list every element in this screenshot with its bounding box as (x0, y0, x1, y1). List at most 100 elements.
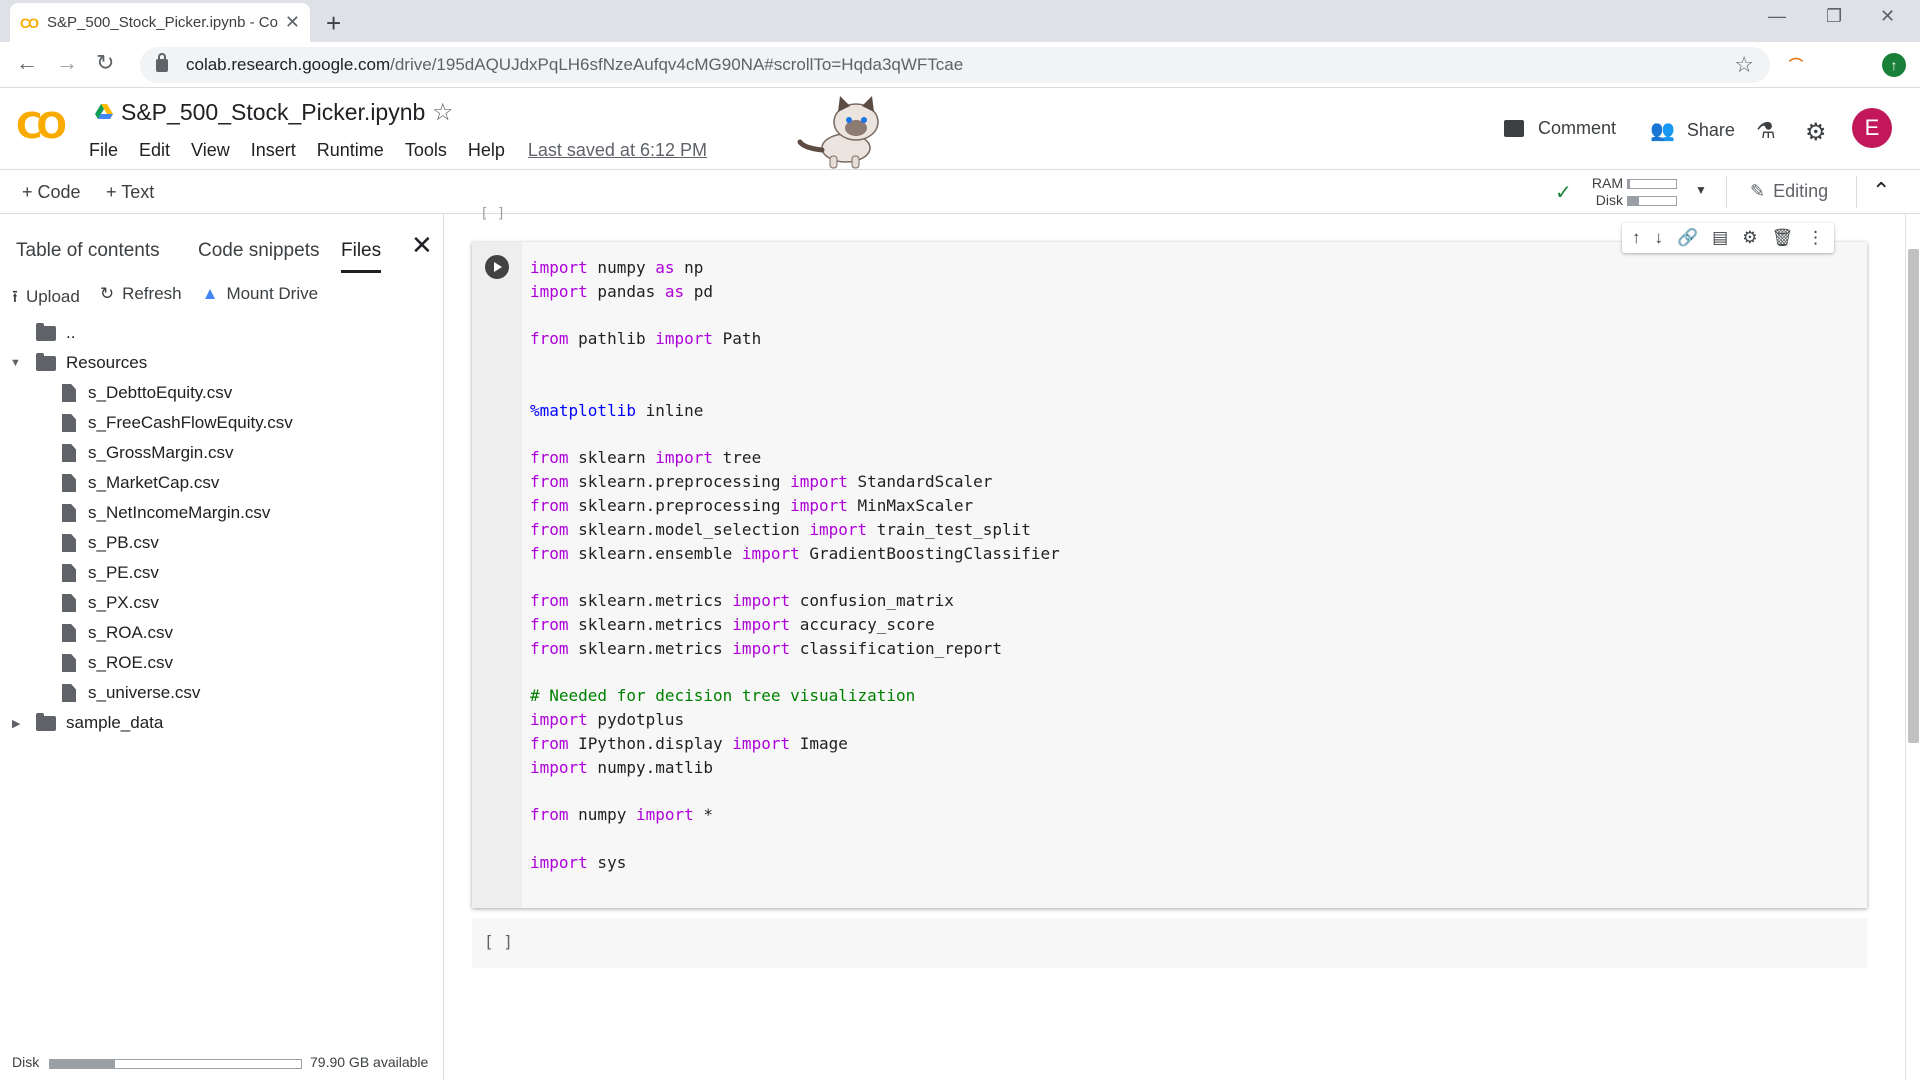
menu-file[interactable]: File (89, 140, 118, 161)
code-editor[interactable]: import numpy as np import pandas as pd fr… (530, 256, 1060, 875)
menu-help[interactable]: Help (468, 140, 505, 161)
cell-settings-icon[interactable]: ⚙ (1742, 228, 1757, 248)
file-item[interactable]: s_MarketCap.csv (0, 468, 444, 498)
account-avatar[interactable]: E (1852, 108, 1892, 148)
menu-bar: File Edit View Insert Runtime Tools Help… (89, 140, 728, 161)
comment-button[interactable]: Comment (1504, 118, 1616, 139)
file-item[interactable]: s_ROE.csv (0, 648, 444, 678)
file-icon (62, 594, 76, 612)
profile-avatar[interactable]: E (1840, 53, 1864, 77)
parent-folder[interactable]: .. (0, 318, 444, 348)
reload-icon[interactable]: ↻ (96, 50, 114, 76)
share-button[interactable]: 👥 Share (1650, 118, 1735, 143)
url-path: /drive/195dAQUJdxPqLH6sfNzeAufqv4cMG90NA… (390, 55, 964, 74)
drive-icon: ▲ (201, 284, 219, 303)
parent-label: .. (66, 323, 76, 342)
tab-close-icon[interactable]: ✕ (285, 12, 300, 33)
window-close-icon[interactable]: ✕ (1880, 6, 1895, 27)
more-options-icon[interactable]: ⋮ (1807, 228, 1824, 248)
tab-table-of-contents[interactable]: Table of contents (16, 240, 160, 262)
code-line: import pydotplus (530, 708, 1060, 732)
extension-icon[interactable]: ⌒ (1784, 53, 1808, 77)
file-item[interactable]: s_PX.csv (0, 588, 444, 618)
toolbar-divider (1856, 176, 1857, 208)
runtime-resources[interactable]: ✓ RAM Disk ▼ (1555, 174, 1715, 210)
editing-mode-button[interactable]: ✎ Editing (1750, 181, 1828, 202)
code-token: Path (713, 329, 762, 349)
disk-label: Disk (12, 1054, 40, 1070)
folder-sample-data[interactable]: ▶ sample_data (0, 708, 444, 738)
url-host: colab.research.google.com (186, 55, 391, 74)
run-cell-icon[interactable] (485, 255, 509, 279)
scrollbar-thumb[interactable] (1908, 249, 1919, 743)
add-code-button[interactable]: + Code (22, 182, 81, 203)
expanded-caret-icon[interactable]: ▼ (10, 357, 21, 369)
close-panel-icon[interactable]: ✕ (411, 230, 433, 261)
menu-runtime[interactable]: Runtime (317, 140, 384, 161)
disk-usage-bar (49, 1059, 302, 1069)
forward-icon[interactable]: → (56, 50, 78, 76)
minimize-icon[interactable]: — (1768, 6, 1786, 27)
restore-icon[interactable]: ❐ (1826, 6, 1842, 27)
back-icon[interactable]: ← (16, 50, 38, 76)
file-item[interactable]: s_ROA.csv (0, 618, 444, 648)
new-tab-button[interactable]: + (326, 8, 341, 39)
file-icon (62, 564, 76, 582)
menu-edit[interactable]: Edit (139, 140, 170, 161)
move-down-icon[interactable]: ↓ (1655, 228, 1664, 248)
menu-insert[interactable]: Insert (251, 140, 296, 161)
file-item[interactable]: s_DebttoEquity.csv (0, 378, 444, 408)
browser-tab[interactable]: CO S&P_500_Stock_Picker.ipynb - Co ✕ (10, 3, 310, 42)
tab-files[interactable]: Files (341, 240, 382, 273)
file-item[interactable]: s_PB.csv (0, 528, 444, 558)
lock-icon (156, 52, 168, 72)
add-text-button[interactable]: + Text (106, 182, 154, 203)
mount-drive-button[interactable]: ▲ Mount Drive (202, 284, 318, 313)
delete-cell-icon[interactable]: 🗑 (1771, 228, 1793, 248)
folder-resources[interactable]: ▼ Resources (0, 348, 444, 378)
code-token: sklearn.ensemble (568, 543, 742, 563)
flask-icon[interactable]: ⚗ (1756, 118, 1776, 144)
tab-code-snippets[interactable]: Code snippets (198, 240, 319, 262)
resources-dropdown-icon[interactable]: ▼ (1695, 183, 1707, 197)
collapse-header-icon[interactable]: ⌃ (1872, 178, 1890, 204)
notebook-toolbar: + Code + Text ✓ RAM Disk ▼ ✎ Editing ⌃ (0, 170, 1920, 214)
link-icon[interactable]: 🔗 (1677, 228, 1698, 248)
code-token: pandas (587, 281, 665, 301)
code-token: pd (684, 281, 714, 301)
collapsed-caret-icon[interactable]: ▶ (12, 717, 20, 730)
empty-code-cell[interactable]: [ ] (472, 918, 1867, 968)
menu-tools[interactable]: Tools (405, 140, 447, 161)
code-cell[interactable]: import numpy as np import pandas as pd fr… (472, 242, 1867, 908)
settings-gear-icon[interactable]: ⚙ (1805, 118, 1827, 147)
code-token: from (530, 543, 569, 563)
code-token: sklearn.metrics (568, 591, 733, 611)
file-item[interactable]: s_PE.csv (0, 558, 444, 588)
colab-logo[interactable]: CO (16, 106, 67, 147)
code-token: inline (635, 400, 704, 420)
code-token: numpy (568, 805, 636, 825)
file-item[interactable]: s_universe.csv (0, 678, 444, 708)
update-icon[interactable]: ↑ (1882, 53, 1906, 77)
comment-cell-icon[interactable]: ▤ (1712, 228, 1728, 248)
bookmark-star-icon[interactable]: ☆ (1734, 52, 1754, 78)
move-up-icon[interactable]: ↑ (1632, 228, 1641, 248)
code-line: from sklearn.metrics import confusion_ma… (530, 589, 1060, 613)
kitty-mascot-icon (797, 96, 879, 169)
code-line: import sys (530, 851, 1060, 875)
upload-button[interactable]: ⭱ Upload (12, 284, 80, 313)
menu-view[interactable]: View (191, 140, 230, 161)
address-bar[interactable]: colab.research.google.com/drive/195dAQUJ… (140, 47, 1770, 83)
file-icon (62, 474, 76, 492)
code-token: sklearn (568, 448, 656, 468)
file-item[interactable]: s_FreeCashFlowEquity.csv (0, 408, 444, 438)
file-item[interactable]: s_GrossMargin.csv (0, 438, 444, 468)
notebook-title[interactable]: S&P_500_Stock_Picker.ipynb (121, 99, 425, 126)
file-item[interactable]: s_NetIncomeMargin.csv (0, 498, 444, 528)
star-notebook-icon[interactable]: ☆ (432, 98, 454, 127)
refresh-button[interactable]: ↻ Refresh (100, 284, 182, 313)
last-saved-link[interactable]: Last saved at 6:12 PM (528, 140, 707, 161)
notebook-scrollbar[interactable] (1905, 214, 1920, 1080)
